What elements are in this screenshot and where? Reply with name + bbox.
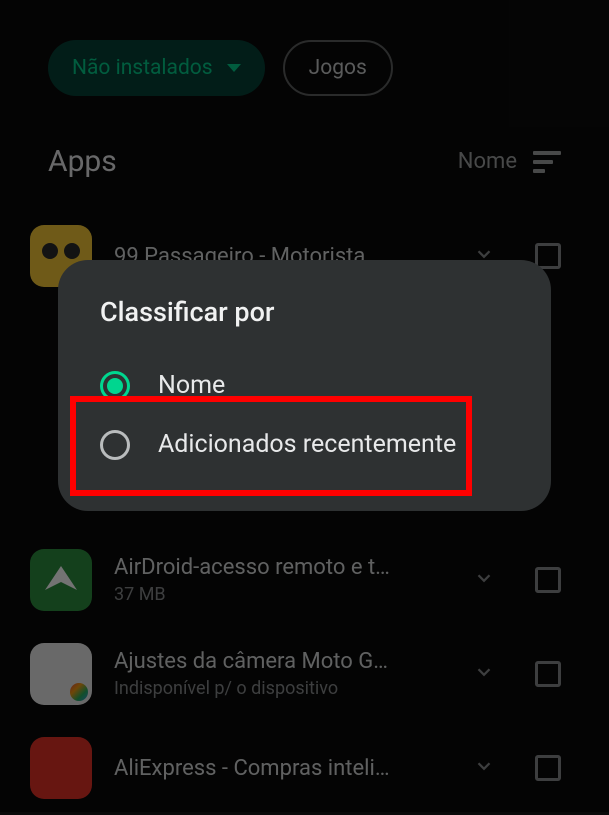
list-item[interactable]: AliExpress - Compras inteli… <box>30 721 579 815</box>
app-info: Ajustes da câmera Moto G… Indisponível p… <box>114 649 443 699</box>
list-item[interactable]: AirDroid-acesso remoto e t… 37 MB <box>30 533 579 627</box>
chip-label: Jogos <box>309 56 367 80</box>
app-name: Ajustes da câmera Moto G… <box>114 649 443 674</box>
radio-label: Adicionados recentemente <box>158 429 456 460</box>
expand-chevron-icon[interactable] <box>465 567 503 593</box>
sort-option-name[interactable]: Nome <box>88 356 521 415</box>
app-icon <box>30 737 92 799</box>
select-checkbox[interactable] <box>535 661 561 687</box>
app-subtitle: Indisponível p/ o dispositivo <box>114 678 443 699</box>
radio-selected-icon <box>100 371 130 401</box>
app-name: AliExpress - Compras inteli… <box>114 756 443 781</box>
select-checkbox[interactable] <box>535 567 561 593</box>
app-icon <box>30 643 92 705</box>
sort-label: Nome <box>458 149 517 174</box>
select-checkbox[interactable] <box>535 755 561 781</box>
sort-dialog: Classificar por Nome Adicionados recente… <box>58 260 551 511</box>
radio-label: Nome <box>158 370 225 401</box>
app-name: AirDroid-acesso remoto e t… <box>114 555 443 580</box>
sort-button[interactable]: Nome <box>458 149 561 174</box>
filter-chips-row: Não instalados Jogos <box>0 0 609 96</box>
dialog-title: Classificar por <box>88 296 521 328</box>
filter-not-installed-chip[interactable]: Não instalados <box>48 40 265 96</box>
page-title: Apps <box>48 144 117 179</box>
section-header: Apps Nome <box>0 96 609 179</box>
radio-unselected-icon <box>100 430 130 460</box>
app-subtitle: 37 MB <box>114 584 443 605</box>
sort-icon <box>533 151 561 173</box>
filter-games-chip[interactable]: Jogos <box>283 40 393 96</box>
chip-label: Não instalados <box>72 56 213 80</box>
expand-chevron-icon[interactable] <box>465 661 503 687</box>
expand-chevron-icon[interactable] <box>465 755 503 781</box>
app-info: AliExpress - Compras inteli… <box>114 756 443 781</box>
chevron-down-icon <box>227 64 241 72</box>
list-item[interactable]: Ajustes da câmera Moto G… Indisponível p… <box>30 627 579 721</box>
app-icon <box>30 549 92 611</box>
app-info: AirDroid-acesso remoto e t… 37 MB <box>114 555 443 605</box>
sort-option-recent[interactable]: Adicionados recentemente <box>88 415 521 474</box>
